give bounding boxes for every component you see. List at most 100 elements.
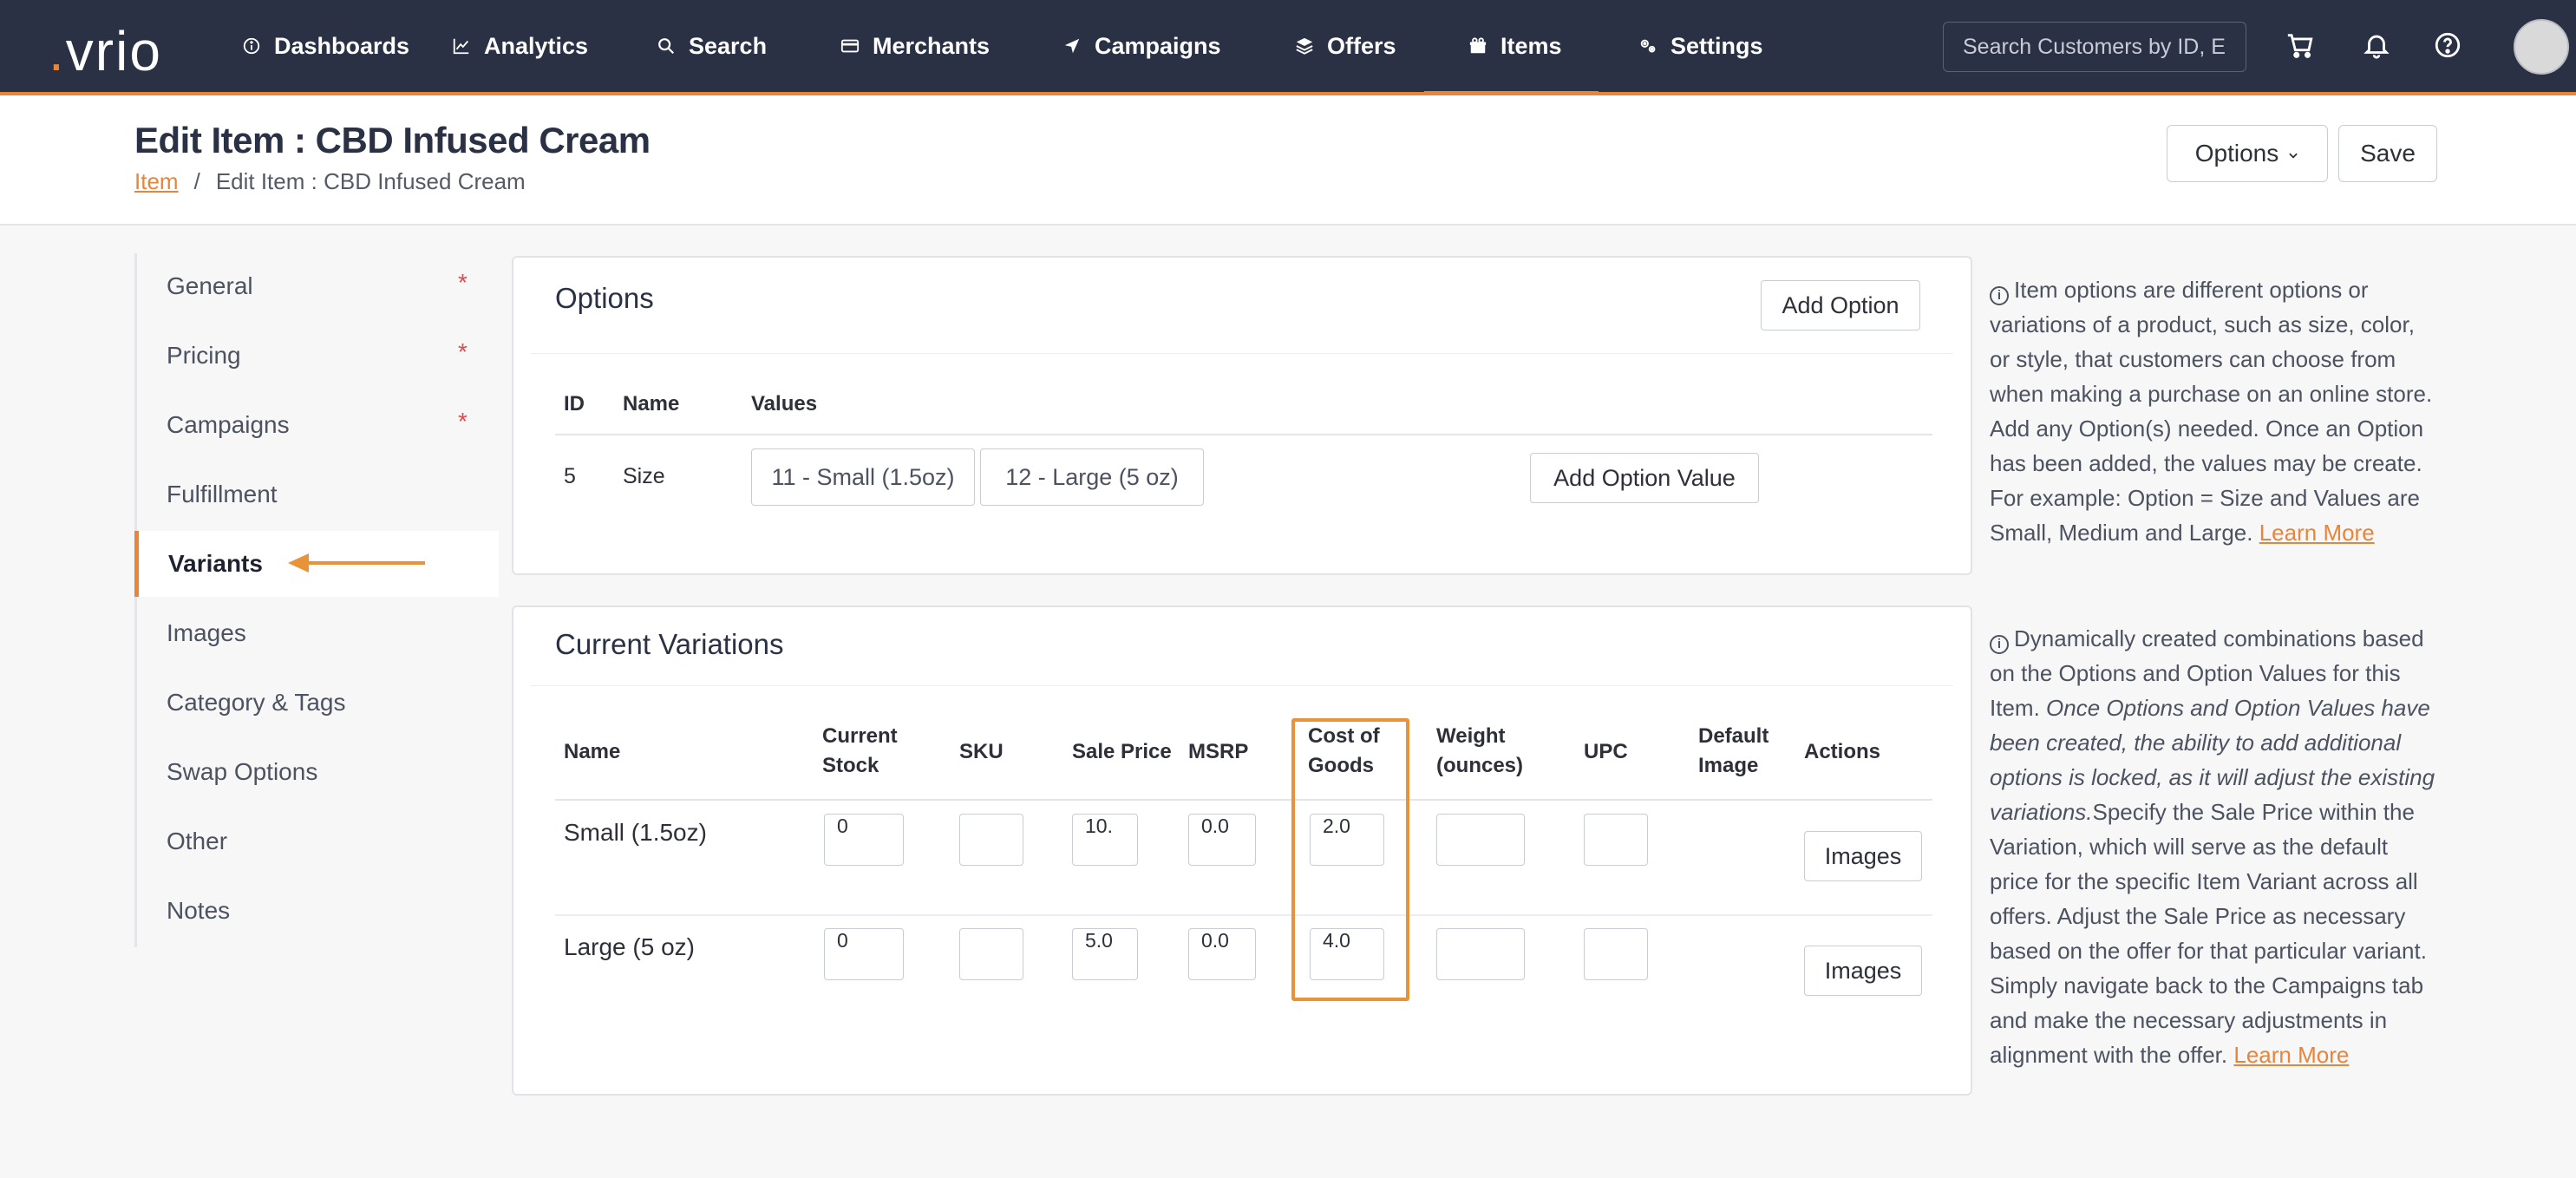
item-sidebar-nav: General * Pricing * Campaigns * Fulfillment… [134,253,499,947]
sidebar-item-variants[interactable]: Variants [134,531,499,597]
column-header-id: ID [564,392,585,416]
layers-icon [1294,36,1315,56]
gift-icon [1468,36,1488,56]
options-label: Options [2194,140,2279,167]
option-name: Size [623,464,665,488]
options-panel: Options Add Option ID Name Values 5 Size… [512,256,1972,575]
page-title: Edit Item : CBD Infused Cream [134,120,651,160]
current-variations-panel: Current Variations Name Current Stock SK… [512,605,1972,1096]
panel-divider [531,353,1953,354]
bell-icon[interactable] [2359,28,2394,62]
current-stock-input[interactable]: 0 [824,814,904,866]
weight-input[interactable] [1436,928,1525,980]
column-header-sale-price: Sale Price [1072,740,1172,763]
option-value-chip[interactable]: 11 - Small (1.5oz) [751,448,975,506]
images-button[interactable]: Images [1804,831,1922,881]
send-icon [1062,36,1082,56]
nav-label: Offers [1327,32,1396,59]
nav-label: Campaigns [1095,32,1221,59]
upc-input[interactable] [1584,814,1648,866]
sidebar-item-notes[interactable]: Notes [137,878,501,944]
info-icon: i [1990,286,2009,305]
vrio-logo[interactable]: .vrio [49,19,162,83]
nav-search[interactable]: Search [656,0,767,92]
sidebar-item-label: Images [167,619,246,646]
nav-campaigns[interactable]: Campaigns [1062,0,1221,92]
add-option-button[interactable]: Add Option [1761,280,1920,330]
sku-input[interactable] [959,814,1023,866]
breadcrumb-item-link[interactable]: Item [134,168,179,195]
required-asterisk: * [458,408,467,435]
variations-help-body-2: Specify the Sale Price within the Variat… [1990,799,2427,1068]
table-header-divider [555,799,1932,801]
msrp-input[interactable]: 0.0 [1188,928,1256,980]
options-help-body: Item options are different options or va… [1990,277,2433,546]
upc-input[interactable] [1584,928,1648,980]
nav-label: Items [1500,32,1562,59]
nav-analytics[interactable]: Analytics [451,0,588,92]
cost-of-goods-input[interactable]: 4.0 [1310,928,1384,980]
sidebar-item-general[interactable]: General * [137,253,501,319]
nav-settings[interactable]: Settings [1638,0,1763,92]
sidebar-item-label: Pricing [167,342,241,369]
column-header-cost-of-goods: Cost of Goods [1308,724,1380,777]
option-id: 5 [564,464,576,488]
sidebar-item-label: Other [167,828,228,854]
credit-card-icon [840,36,860,56]
info-circle-icon [241,36,262,56]
sidebar-item-other[interactable]: Other [137,808,501,874]
nav-offers[interactable]: Offers [1294,0,1396,92]
column-header-weight: Weight (ounces) [1436,724,1524,777]
nav-dashboards[interactable]: Dashboards [241,0,409,92]
avatar[interactable] [2514,19,2569,75]
column-header-sku: SKU [959,740,1004,763]
current-stock-input[interactable]: 0 [824,928,904,980]
gears-icon [1638,36,1658,56]
options-dropdown-button[interactable]: Options [2167,125,2328,182]
sale-price-input[interactable]: 5.0 [1072,928,1138,980]
nav-merchants[interactable]: Merchants [840,0,990,92]
variations-learn-more-link[interactable]: Learn More [2233,1042,2349,1068]
sidebar-item-category-tags[interactable]: Category & Tags [137,670,501,736]
msrp-input[interactable]: 0.0 [1188,814,1256,866]
sidebar-item-campaigns[interactable]: Campaigns * [137,392,501,458]
page-header: Edit Item : CBD Infused Cream Item / Edi… [0,95,2576,226]
column-header-values: Values [751,392,818,416]
column-header-actions: Actions [1804,740,1881,763]
option-value-chip[interactable]: 12 - Large (5 oz) [980,448,1204,506]
line-chart-icon [451,36,472,56]
help-icon[interactable] [2430,28,2465,62]
sidebar-item-swap-options[interactable]: Swap Options [137,739,501,805]
customer-search-input[interactable] [1943,22,2246,72]
sidebar-item-label: Notes [167,897,231,924]
options-learn-more-link[interactable]: Learn More [2259,520,2375,546]
save-button[interactable]: Save [2338,125,2437,182]
sku-input[interactable] [959,928,1023,980]
nav-label: Analytics [484,32,589,59]
sidebar-item-pricing[interactable]: Pricing * [137,323,501,389]
arrow-left-icon [288,553,425,573]
cart-icon[interactable] [2283,28,2318,62]
breadcrumb: Item / Edit Item : CBD Infused Cream [134,168,526,195]
images-button[interactable]: Images [1804,946,1922,996]
weight-input[interactable] [1436,814,1525,866]
nav-items[interactable]: Items [1424,0,1598,95]
cost-of-goods-input[interactable]: 2.0 [1310,814,1384,866]
variations-help-text: i Dynamically created combinations based … [1990,621,2441,1072]
column-header-current-stock: Current Stock [822,724,898,777]
table-row-divider [555,914,1932,916]
panel-divider [531,685,1953,686]
options-panel-title: Options [555,282,654,314]
top-navbar: .vrio Dashboards Analytics Search Mercha… [0,0,2576,95]
add-option-value-button[interactable]: Add Option Value [1530,453,1759,503]
required-asterisk: * [458,269,467,296]
sidebar-item-fulfillment[interactable]: Fulfillment [137,461,501,527]
sidebar-item-label: General [167,272,253,299]
variation-name: Large (5 oz) [564,933,695,960]
sale-price-input[interactable]: 10. [1072,814,1138,866]
column-header-name: Name [564,740,621,763]
column-header-default-image: Default Image [1698,724,1769,777]
sidebar-item-images[interactable]: Images [137,600,501,666]
sidebar-item-label: Category & Tags [167,689,346,716]
sidebar-item-label: Fulfillment [167,481,278,507]
